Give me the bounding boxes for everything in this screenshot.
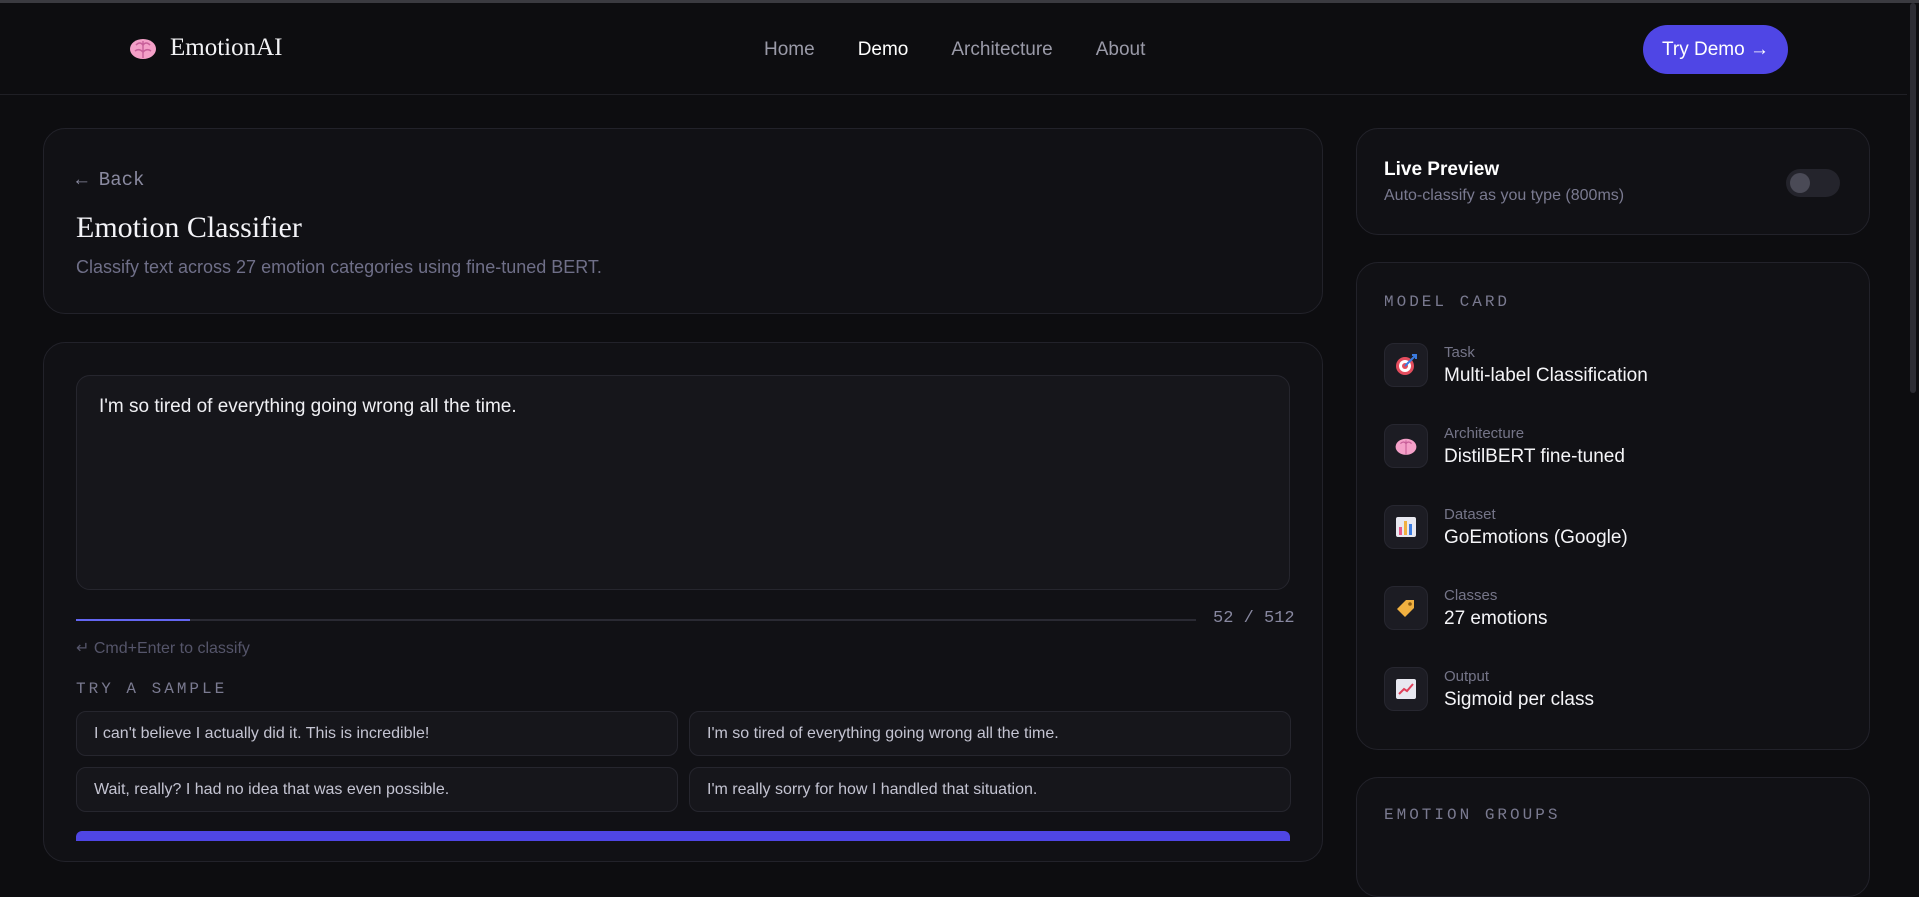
header-card: ← Back Emotion Classifier Classify text … [43,128,1323,314]
keyboard-hint: ↵ Cmd+Enter to classify [76,640,250,657]
model-card-key: Architecture [1444,425,1525,442]
sample-button[interactable]: I can't believe I actually did it. This … [76,711,678,756]
live-preview-card: Live Preview Auto-classify as you type (… [1356,128,1870,235]
nav-link-about[interactable]: About [1096,39,1146,61]
model-card-item-dataset: Dataset GoEmotions (Google) [1384,505,1628,549]
navbar: EmotionAI Home Demo Architecture About T… [0,3,1919,95]
page-scrollbar[interactable] [1907,3,1919,836]
input-card: I'm so tired of everything going wrong a… [43,342,1323,862]
model-card-value: Sigmoid per class [1444,689,1594,710]
bar-chart-icon [1384,505,1428,549]
emotion-groups-card: EMOTION GROUPS [1356,777,1870,897]
trend-chart-icon [1384,667,1428,711]
page-title: Emotion Classifier [76,211,302,244]
live-preview-toggle[interactable] [1786,169,1840,197]
page-subtitle: Classify text across 27 emotion categori… [76,257,602,277]
char-progress-bar [76,619,1196,621]
model-card-value: GoEmotions (Google) [1444,527,1628,548]
sample-button[interactable]: I'm so tired of everything going wrong a… [689,711,1291,756]
model-card-key: Task [1444,344,1475,361]
sample-button[interactable]: Wait, really? I had no idea that was eve… [76,767,678,812]
brain-icon [128,33,158,63]
model-card-item-output: Output Sigmoid per class [1384,667,1594,711]
model-card-key: Dataset [1444,506,1496,523]
char-progress-fill [76,619,190,621]
try-demo-button[interactable]: Try Demo → [1643,25,1788,74]
back-link[interactable]: ← Back [76,169,144,191]
model-card-value: DistilBERT fine-tuned [1444,446,1625,467]
nav-link-demo[interactable]: Demo [858,39,909,61]
text-input[interactable]: I'm so tired of everything going wrong a… [76,375,1290,590]
live-preview-title: Live Preview [1384,159,1500,180]
model-card: MODEL CARD Task Multi-label Classificati… [1356,262,1870,750]
samples-label: TRY A SAMPLE [76,680,228,698]
model-card-key: Output [1444,668,1490,685]
model-card-value: 27 emotions [1444,608,1548,629]
classify-button[interactable] [76,831,1290,841]
sample-button[interactable]: I'm really sorry for how I handled that … [689,767,1291,812]
nav-link-architecture[interactable]: Architecture [951,39,1052,61]
model-card-key: Classes [1444,587,1498,604]
nav-link-home[interactable]: Home [764,39,815,61]
scrollbar-thumb[interactable] [1910,3,1916,393]
model-card-item-classes: Classes 27 emotions [1384,586,1548,630]
brand-logo[interactable]: EmotionAI [128,33,283,63]
live-preview-subtitle: Auto-classify as you type (800ms) [1384,187,1625,204]
brain-icon [1384,424,1428,468]
char-count: 52 / 512 [1213,609,1295,628]
toggle-knob [1790,173,1810,193]
model-card-value: Multi-label Classification [1444,365,1648,386]
target-icon [1384,343,1428,387]
model-card-label: MODEL CARD [1384,293,1511,311]
emotion-groups-label: EMOTION GROUPS [1384,806,1561,824]
model-card-item-task: Task Multi-label Classification [1384,343,1648,387]
tag-icon [1384,586,1428,630]
nav-links: Home Demo Architecture About [764,39,1145,61]
model-card-item-architecture: Architecture DistilBERT fine-tuned [1384,424,1625,468]
brand-name: EmotionAI [170,34,283,61]
